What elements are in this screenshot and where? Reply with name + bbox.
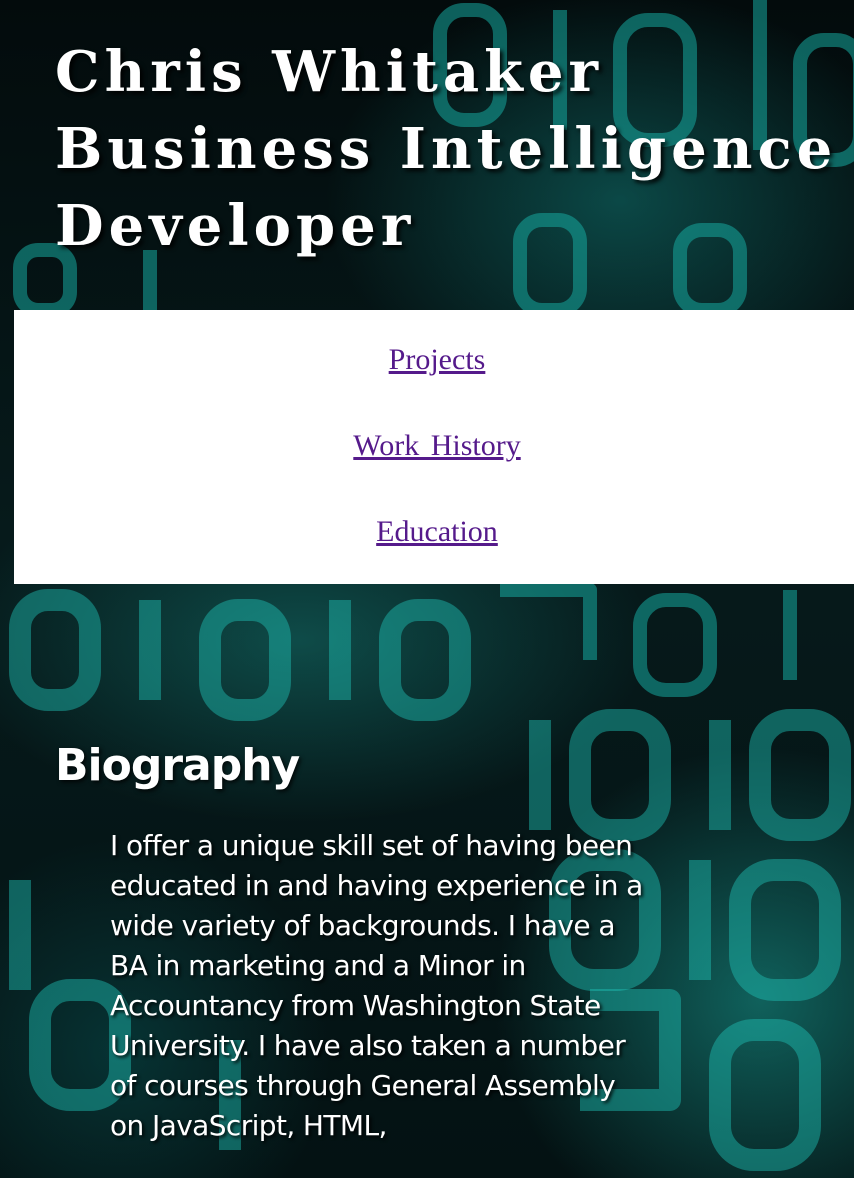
nav-link-work-history[interactable]: Work History xyxy=(14,428,854,464)
main-navigation: Projects Work History Education xyxy=(14,310,854,584)
nav-link-education[interactable]: Education xyxy=(14,514,854,550)
header-role-line-1: Business Intelligence xyxy=(55,116,838,182)
biography-heading: Biography xyxy=(55,740,300,791)
header-role-line-2: Developer xyxy=(55,193,416,259)
nav-link-projects[interactable]: Projects xyxy=(14,342,854,378)
site-header: Chris Whitaker Business Intelligence Dev… xyxy=(55,34,835,265)
biography-text: I offer a unique skill set of having bee… xyxy=(110,829,643,1142)
header-name: Chris Whitaker xyxy=(55,39,604,105)
